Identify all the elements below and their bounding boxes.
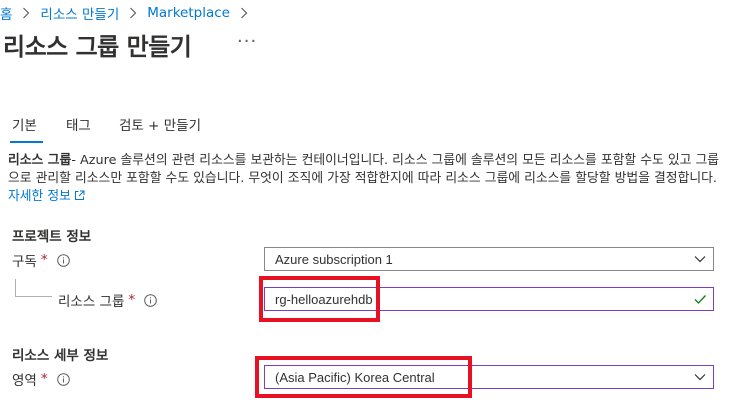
region-label: 영역 [12, 373, 37, 389]
tree-connector [15, 279, 16, 297]
highlight-resource-group [259, 276, 380, 322]
tab-tags[interactable]: 태그 [66, 114, 91, 134]
subscription-label: 구독 [12, 254, 37, 270]
chevron-down-icon [693, 370, 707, 384]
tab-basics[interactable]: 기본 [12, 114, 37, 134]
region-label-row: 영역 * [12, 369, 70, 389]
project-heading: 프로젝트 정보 [12, 229, 92, 245]
tab-review-create[interactable]: 검토 + 만들기 [119, 114, 201, 134]
breadcrumb-marketplace[interactable]: Marketplace [147, 5, 230, 21]
breadcrumb-home[interactable]: 홈 [0, 3, 12, 23]
subscription-label-row: 구독 * [12, 250, 70, 270]
required-marker: * [128, 292, 136, 308]
description-text: - Azure 솔루션의 관련 리소스를 보관하는 컨테이너입니다. 리소스 그… [8, 153, 720, 186]
info-icon[interactable] [56, 253, 70, 267]
breadcrumb-create-resource[interactable]: 리소스 만들기 [40, 3, 119, 23]
learn-more-link[interactable]: 자세한 정보 [8, 189, 85, 204]
ellipsis-icon[interactable]: ··· [237, 31, 257, 52]
details-heading: 리소스 세부 정보 [12, 348, 109, 364]
chevron-right-icon [126, 6, 140, 20]
subscription-select[interactable]: Azure subscription 1 [264, 247, 714, 271]
checkmark-icon [693, 292, 707, 306]
chevron-down-icon [693, 252, 707, 266]
tree-connector [15, 296, 52, 297]
resource-group-label: 리소스 그룹 [58, 294, 125, 310]
highlight-region [255, 356, 472, 398]
description-bold: 리소스 그룹 [8, 153, 72, 168]
breadcrumb: 홈 리소스 만들기 Marketplace [0, 3, 258, 23]
required-marker: * [40, 371, 48, 387]
page-title: 리소스 그룹 만들기 [3, 33, 192, 61]
resource-group-label-row: 리소스 그룹 * [58, 290, 157, 310]
info-icon[interactable] [144, 293, 157, 307]
chevron-right-icon [19, 6, 33, 20]
external-link-icon [74, 189, 85, 207]
tab-active-indicator [10, 141, 43, 143]
info-icon[interactable] [56, 372, 70, 386]
description: 리소스 그룹- Azure 솔루션의 관련 리소스를 보관하는 컨테이너입니다.… [8, 152, 728, 207]
required-marker: * [40, 252, 48, 268]
chevron-right-icon [237, 6, 251, 20]
